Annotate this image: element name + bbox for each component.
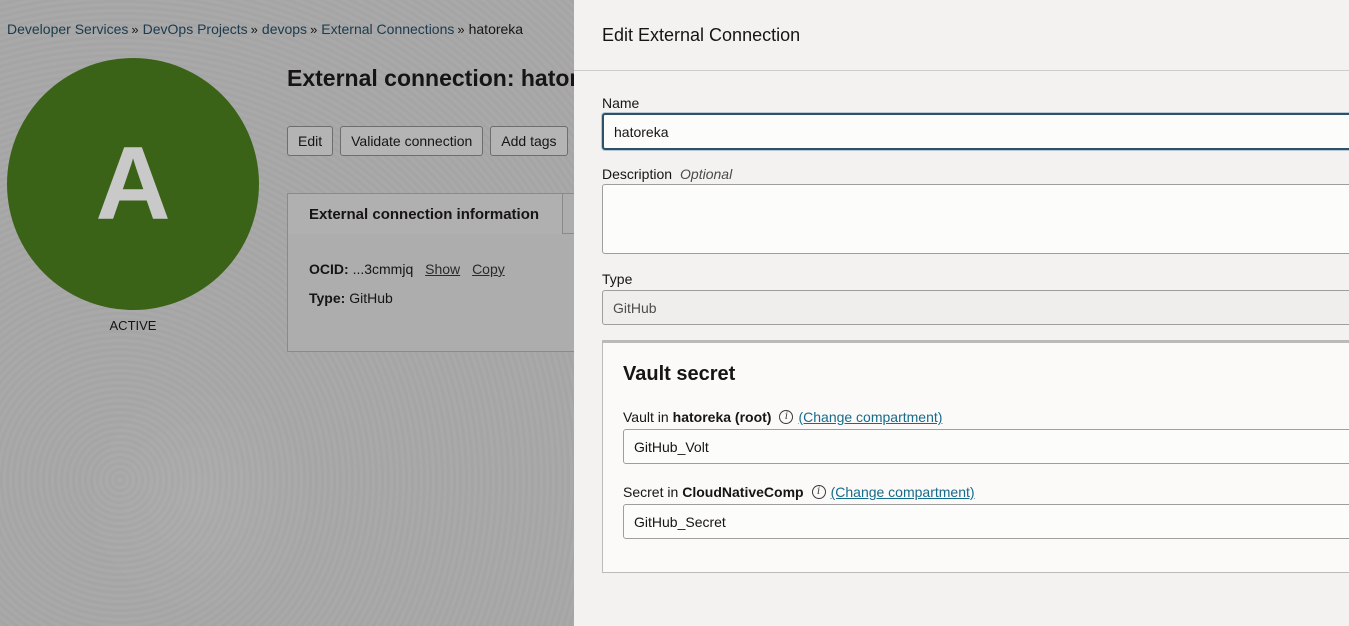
type-label: Type: [309,290,346,306]
description-label: Description Optional [602,166,732,182]
breadcrumb-devops-projects[interactable]: DevOps Projects [143,21,248,37]
breadcrumb-external-connections[interactable]: External Connections [321,21,454,37]
vault-label: Vault in hatoreka (root) i (Change compa… [623,409,942,425]
ocid-row: OCID: ...3cmmjq Show Copy [309,261,505,277]
vault-label-prefix: Vault in [623,409,669,425]
breadcrumb: Developer Services» DevOps Projects» devop… [7,21,523,37]
optional-label: Optional [680,166,733,182]
breadcrumb-current: hatoreka [468,21,524,37]
description-label-text: Description [602,166,673,182]
vault-secret-section: Vault secret Vault in hatoreka (root) i … [602,340,1349,573]
vault-change-compartment-link[interactable]: (Change compartment) [798,409,942,425]
secret-change-compartment-link[interactable]: (Change compartment) [831,484,975,500]
status-label: ACTIVE [109,318,157,333]
show-ocid-link[interactable]: Show [425,261,460,277]
info-icon[interactable]: i [779,410,794,424]
secret-label: Secret in CloudNativeComp i (Change comp… [623,484,975,500]
type-field-label: Type [602,271,633,287]
vault-select[interactable]: GitHub_Volt [623,429,1349,464]
name-input[interactable]: hatoreka [602,113,1349,150]
vault-secret-title: Vault secret [623,363,736,385]
vault-compartment-name: hatoreka (root) [672,409,772,425]
drawer-title: Edit External Connection [574,0,1349,71]
edit-button[interactable]: Edit [287,126,334,156]
breadcrumb-separator: » [131,22,139,37]
info-panel: External connection information OCID: ..… [287,193,607,352]
avatar-letter: A [95,125,171,242]
resource-avatar: A [7,58,259,310]
breadcrumb-separator: » [310,22,318,37]
breadcrumb-developer-services[interactable]: Developer Services [7,21,128,37]
secret-select[interactable]: GitHub_Secret [623,504,1349,539]
type-value: GitHub [349,290,393,306]
action-bar: Edit Validate connection Add tags [287,126,568,156]
type-row: Type: GitHub [309,290,393,306]
ocid-label: OCID: [309,261,349,277]
breadcrumb-separator: » [250,22,258,37]
add-tags-button[interactable]: Add tags [490,126,568,156]
secret-label-prefix: Secret in [623,484,679,500]
tab-external-connection-information[interactable]: External connection information [287,193,563,234]
breadcrumb-devops[interactable]: devops [262,21,307,37]
description-textarea[interactable] [602,184,1349,254]
info-icon[interactable]: i [811,485,826,499]
secret-compartment-name: CloudNativeComp [682,484,804,500]
ocid-value: ...3cmmjq [352,261,414,277]
page-title: External connection: hatore [287,65,592,91]
validate-connection-button[interactable]: Validate connection [340,126,484,156]
edit-drawer: Edit External Connection Name hatoreka D… [574,0,1349,626]
breadcrumb-separator: » [457,22,465,37]
type-field: GitHub [602,290,1349,325]
copy-ocid-link[interactable]: Copy [472,261,505,277]
name-label: Name [602,95,640,111]
